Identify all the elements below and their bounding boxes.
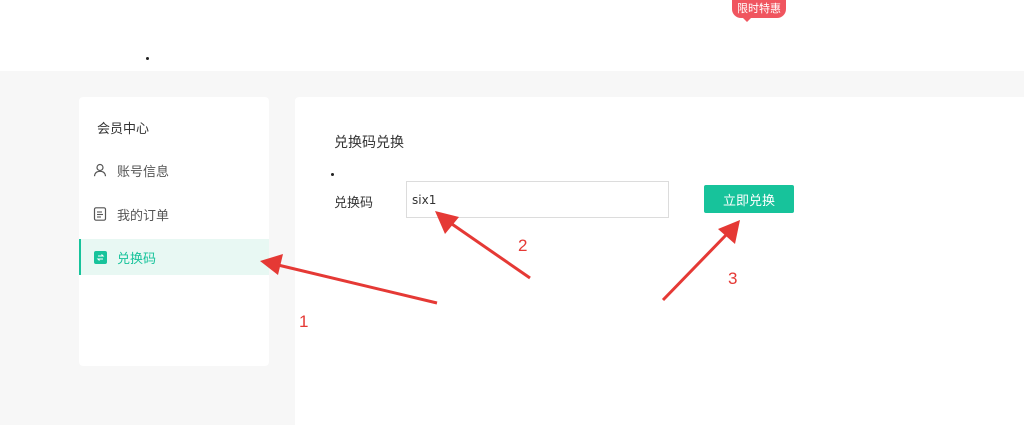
annotation-label-2: 2 xyxy=(518,236,528,255)
annotation-label-1: 1 xyxy=(299,312,309,331)
redeem-button[interactable]: 立即兑换 xyxy=(704,185,794,213)
sidebar-item-label: 账号信息 xyxy=(117,164,170,180)
dot-marker xyxy=(331,173,334,176)
sidebar: 会员中心 账号信息 我的订单 兑换码 xyxy=(79,97,269,366)
main-panel: 兑换码兑换 兑换码 立即兑换 xyxy=(295,97,1024,425)
page-title: 兑换码兑换 xyxy=(334,135,404,151)
redeem-code-input[interactable] xyxy=(406,181,669,218)
sidebar-item-label: 我的订单 xyxy=(117,208,170,224)
top-bar: 限时特惠 xyxy=(0,0,1024,71)
sidebar-item-account[interactable]: 账号信息 xyxy=(79,152,269,188)
sidebar-item-label: 兑换码 xyxy=(117,251,157,267)
annotation-label-3: 3 xyxy=(728,269,738,288)
order-list-icon xyxy=(93,207,107,221)
sidebar-item-orders[interactable]: 我的订单 xyxy=(79,196,269,232)
redeem-icon xyxy=(93,250,107,264)
dot-marker xyxy=(146,57,149,60)
user-icon xyxy=(93,163,107,177)
promo-badge[interactable]: 限时特惠 xyxy=(732,0,786,22)
sidebar-item-redeem[interactable]: 兑换码 xyxy=(79,239,269,275)
sidebar-title: 会员中心 xyxy=(97,122,150,137)
code-label: 兑换码 xyxy=(334,196,374,211)
